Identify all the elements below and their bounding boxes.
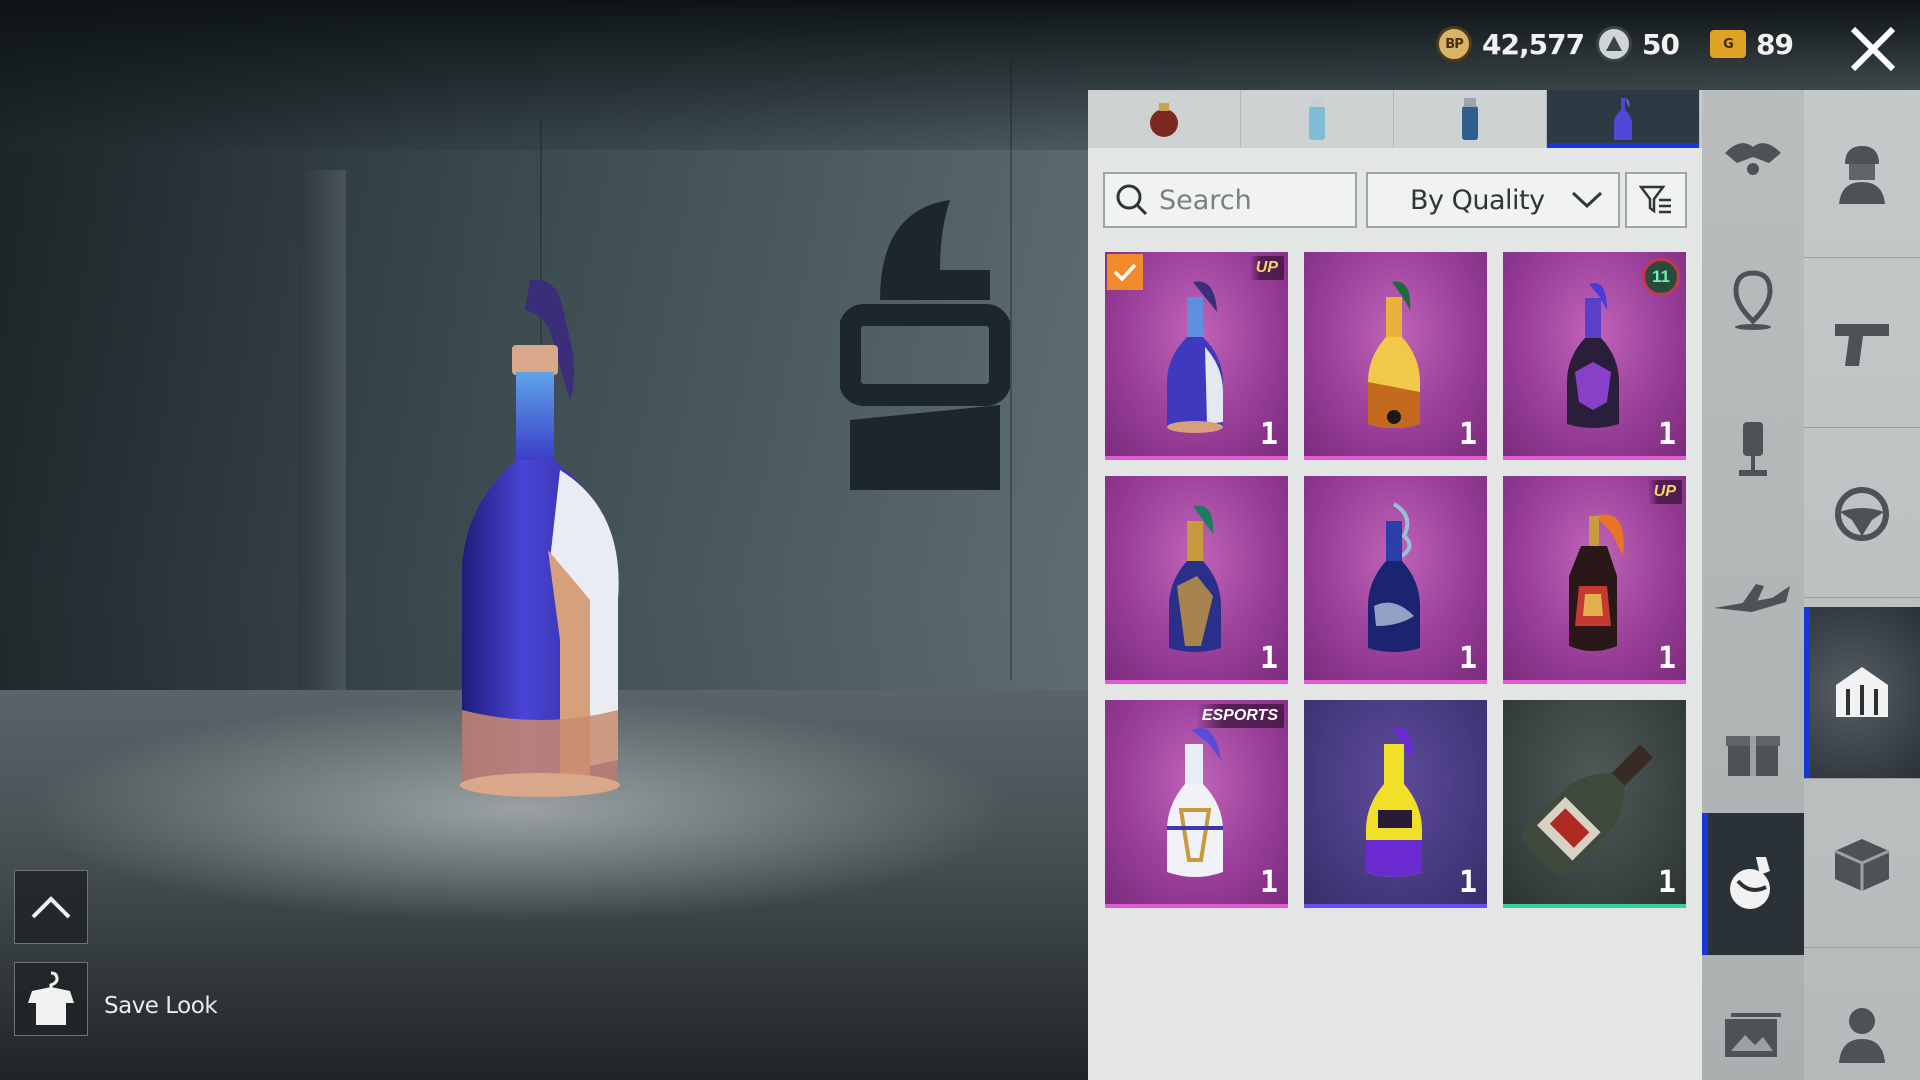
save-look-button[interactable] xyxy=(14,962,88,1036)
item-card-3[interactable]: 11 1 xyxy=(1503,252,1686,460)
item-card-9[interactable]: 1 xyxy=(1503,700,1686,908)
item-quantity: 1 xyxy=(1259,865,1278,900)
smoke-grenade-icon xyxy=(1309,98,1325,140)
g-coin-icon: G xyxy=(1710,30,1746,58)
inventory-panel: By Quality UP 1 xyxy=(1088,90,1702,1080)
rail-gun[interactable] xyxy=(1804,260,1920,428)
helmet-logo-icon xyxy=(840,200,1010,490)
rail-avatar[interactable] xyxy=(1804,950,1920,1080)
sub-category-rail xyxy=(1702,90,1804,1080)
search-field[interactable] xyxy=(1159,184,1349,216)
close-button[interactable] xyxy=(1838,14,1908,84)
frag-grenade-icon xyxy=(1150,103,1178,137)
item-card-4[interactable]: 1 xyxy=(1105,476,1288,684)
steering-wheel-icon xyxy=(1835,486,1889,541)
item-card-7[interactable]: ESPORTS 1 xyxy=(1105,700,1288,908)
rail-vehicle[interactable] xyxy=(1804,430,1920,598)
item-quantity: 1 xyxy=(1657,641,1676,676)
g-currency: G 89 xyxy=(1710,22,1794,66)
tab-smoke-grenade[interactable] xyxy=(1241,90,1394,148)
ag-coin-icon xyxy=(1596,26,1632,62)
gallery-icon xyxy=(1725,1013,1781,1057)
stun-grenade-icon xyxy=(1462,98,1478,140)
item-card-6[interactable]: UP 1 xyxy=(1503,476,1686,684)
upgrade-badge: UP xyxy=(1647,480,1682,504)
bp-coin-icon: BP xyxy=(1436,26,1472,62)
gift-icon xyxy=(1726,736,1780,776)
tab-stun-grenade[interactable] xyxy=(1394,90,1547,148)
map-pin-icon xyxy=(1733,270,1773,330)
bp-currency: BP 42,577 xyxy=(1436,22,1585,66)
item-quantity: 1 xyxy=(1458,641,1477,676)
item-quantity: 1 xyxy=(1458,417,1477,452)
crate-icon xyxy=(1834,838,1890,891)
ag-amount: 50 xyxy=(1642,27,1680,61)
rail-throwable[interactable] xyxy=(1702,813,1804,955)
airplane-icon xyxy=(1714,584,1790,612)
character-icon xyxy=(1839,145,1885,204)
rail-microphone[interactable] xyxy=(1702,385,1804,515)
esports-badge: ESPORTS xyxy=(1195,704,1284,728)
molotov-icon xyxy=(1614,98,1632,140)
rail-parachute[interactable] xyxy=(1702,90,1804,220)
rail-character[interactable] xyxy=(1804,90,1920,258)
upgrade-badge: UP xyxy=(1249,256,1284,280)
item-card-1[interactable]: UP 1 xyxy=(1105,252,1288,460)
gun-icon xyxy=(1835,323,1889,366)
chevron-down-icon xyxy=(1571,191,1603,209)
tab-frag-grenade[interactable] xyxy=(1088,90,1241,148)
throwable-icon xyxy=(1730,857,1770,909)
filter-button[interactable] xyxy=(1625,172,1687,228)
rail-gift[interactable] xyxy=(1702,685,1804,815)
save-look-label[interactable]: Save Look xyxy=(104,993,218,1019)
parachute-icon xyxy=(1725,143,1781,175)
sort-dropdown[interactable]: By Quality xyxy=(1366,172,1620,228)
hanger-shirt-icon xyxy=(28,971,74,1025)
main-category-rail xyxy=(1804,90,1920,1080)
item-quantity: 1 xyxy=(1259,417,1278,452)
sort-selected: By Quality xyxy=(1410,184,1545,216)
molotov-preview xyxy=(460,280,620,797)
rail-gallery[interactable] xyxy=(1702,970,1804,1080)
filter-icon xyxy=(1639,185,1671,214)
item-quantity: 1 xyxy=(1458,865,1477,900)
microphone-icon xyxy=(1739,422,1767,476)
search-input[interactable] xyxy=(1103,172,1357,228)
rail-crate[interactable] xyxy=(1804,780,1920,948)
g-amount: 89 xyxy=(1756,27,1794,61)
item-card-5[interactable]: 1 xyxy=(1304,476,1487,684)
avatar-icon xyxy=(1839,1008,1885,1063)
item-quantity: 1 xyxy=(1657,417,1676,452)
tab-molotov[interactable] xyxy=(1547,90,1700,148)
item-quantity: 1 xyxy=(1657,865,1676,900)
collapse-up-button[interactable] xyxy=(14,870,88,944)
item-quantity: 1 xyxy=(1259,641,1278,676)
rail-airplane[interactable] xyxy=(1702,535,1804,665)
wall-seam xyxy=(1010,60,1012,680)
helmet-vest-icon xyxy=(1836,666,1888,717)
ag-currency: 50 xyxy=(1596,22,1680,66)
rail-helmet-vest[interactable] xyxy=(1804,607,1920,779)
throwable-tabs xyxy=(1088,90,1702,148)
search-icon xyxy=(1116,184,1148,216)
season-badge: 11 xyxy=(1642,258,1680,296)
close-icon xyxy=(1850,26,1896,72)
rail-map-pin[interactable] xyxy=(1702,235,1804,365)
bp-amount: 42,577 xyxy=(1482,27,1585,61)
item-card-8[interactable]: 1 xyxy=(1304,700,1487,908)
item-card-2[interactable]: 1 xyxy=(1304,252,1487,460)
chevron-up-icon xyxy=(31,896,71,919)
equipped-check-icon xyxy=(1107,254,1143,290)
pillar xyxy=(298,170,346,690)
